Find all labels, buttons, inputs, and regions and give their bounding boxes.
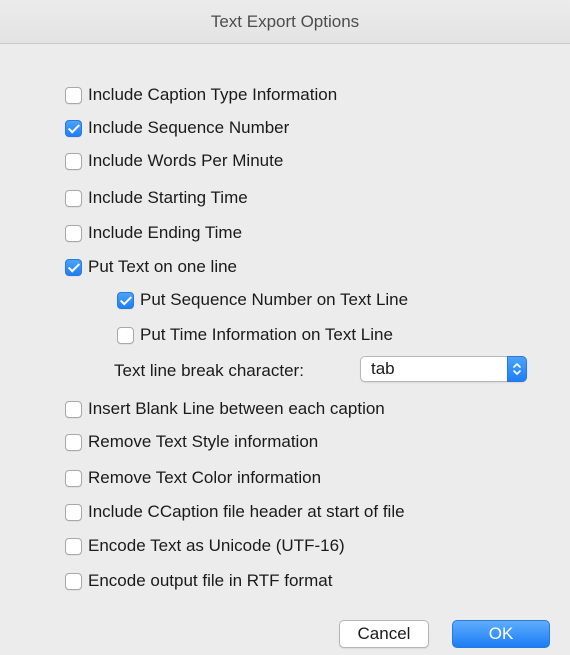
option-include-caption-type[interactable]: Include Caption Type Information bbox=[65, 82, 337, 108]
option-insert-blank-line[interactable]: Insert Blank Line between each caption bbox=[65, 396, 385, 422]
option-label: Include Caption Type Information bbox=[88, 85, 338, 104]
checkbox[interactable] bbox=[65, 86, 82, 104]
checkbox[interactable] bbox=[117, 326, 134, 344]
option-encode-rtf[interactable]: Encode output file in RTF format bbox=[65, 568, 332, 594]
checkbox[interactable] bbox=[65, 119, 82, 137]
option-put-sequence-number-on-text-line[interactable]: Put Sequence Number on Text Line bbox=[117, 287, 408, 313]
checkbox[interactable] bbox=[65, 189, 82, 207]
checkbox[interactable] bbox=[65, 400, 82, 418]
checkbox[interactable] bbox=[65, 469, 82, 487]
option-label: Put Text on one line bbox=[88, 257, 238, 276]
option-label: Encode Text as Unicode (UTF-16) bbox=[88, 536, 345, 555]
checkbox[interactable] bbox=[117, 291, 134, 309]
checkbox[interactable] bbox=[65, 152, 82, 170]
cancel-button[interactable]: Cancel bbox=[339, 620, 429, 648]
checkbox[interactable] bbox=[65, 433, 82, 451]
text-export-options-dialog: Text Export Options Include Caption Type… bbox=[0, 0, 570, 655]
option-remove-text-style[interactable]: Remove Text Style information bbox=[65, 429, 318, 455]
option-label: Insert Blank Line between each caption bbox=[88, 399, 385, 418]
checkbox[interactable] bbox=[65, 503, 82, 521]
option-put-time-information-on-text-line[interactable]: Put Time Information on Text Line bbox=[117, 322, 393, 348]
option-label: Include Words Per Minute bbox=[88, 151, 284, 170]
checkbox[interactable] bbox=[65, 224, 82, 242]
checkbox[interactable] bbox=[65, 572, 82, 590]
line-break-select[interactable]: tab bbox=[360, 356, 527, 382]
option-label: Encode output file in RTF format bbox=[88, 571, 333, 590]
dialog-title: Text Export Options bbox=[0, 0, 570, 44]
updown-arrows-icon[interactable] bbox=[507, 356, 527, 382]
option-include-ending-time[interactable]: Include Ending Time bbox=[65, 220, 242, 246]
option-label: Put Sequence Number on Text Line bbox=[140, 290, 409, 309]
option-include-words-per-minute[interactable]: Include Words Per Minute bbox=[65, 148, 283, 174]
option-encode-unicode[interactable]: Encode Text as Unicode (UTF-16) bbox=[65, 533, 345, 559]
option-label: Include Ending Time bbox=[88, 223, 243, 242]
option-label: Remove Text Style information bbox=[88, 432, 319, 451]
checkbox[interactable] bbox=[65, 537, 82, 555]
option-put-text-on-one-line[interactable]: Put Text on one line bbox=[65, 254, 237, 280]
option-remove-text-color[interactable]: Remove Text Color information bbox=[65, 465, 321, 491]
option-include-ccaption-header[interactable]: Include CCaption file header at start of… bbox=[65, 499, 405, 525]
option-include-sequence-number[interactable]: Include Sequence Number bbox=[65, 115, 289, 141]
line-break-value: tab bbox=[371, 359, 395, 378]
line-break-label: Text line break character: bbox=[114, 361, 304, 380]
checkbox[interactable] bbox=[65, 258, 82, 276]
option-label: Put Time Information on Text Line bbox=[140, 325, 393, 344]
option-label: Include Sequence Number bbox=[88, 118, 290, 137]
ok-button[interactable]: OK bbox=[452, 620, 550, 648]
option-label: Include Starting Time bbox=[88, 188, 248, 207]
option-label: Include CCaption file header at start of… bbox=[88, 502, 405, 521]
option-label: Remove Text Color information bbox=[88, 468, 322, 487]
option-include-starting-time[interactable]: Include Starting Time bbox=[65, 185, 248, 211]
